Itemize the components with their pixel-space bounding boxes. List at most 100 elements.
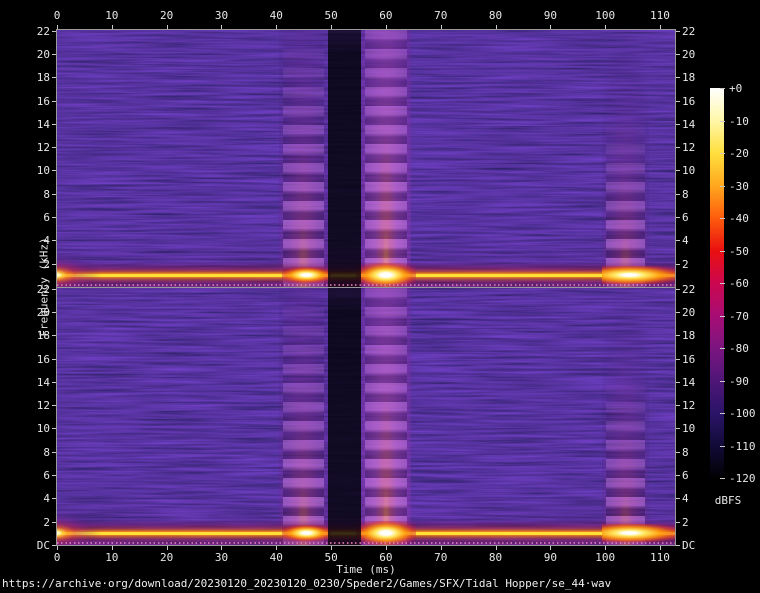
y-tick-mark-right [676, 359, 680, 360]
y-tick-label-left: 22 [20, 25, 50, 38]
y-tick-label-right: 16 [682, 95, 712, 108]
y-tick-label-left: 14 [20, 376, 50, 389]
channel-1-spectrogram [57, 30, 675, 287]
y-tick-mark-left [52, 405, 56, 406]
x-tick-mark-bottom [550, 546, 551, 550]
y-tick-label-right: 6 [682, 211, 712, 224]
x-tick-label-top: 40 [261, 9, 291, 22]
x-tick-label-bottom: 10 [97, 551, 127, 564]
y-tick-label-right: 8 [682, 446, 712, 459]
colorbar-unit-label: dBFS [708, 494, 748, 507]
y-tick-mark-right [676, 77, 680, 78]
x-tick-label-bottom: 20 [152, 551, 182, 564]
y-tick-mark-right [676, 382, 680, 383]
y-tick-label-left: 4 [20, 234, 50, 247]
colorbar-tick-label: -110 [729, 440, 760, 453]
x-tick-mark-bottom [660, 546, 661, 550]
y-tick-label-right: 20 [682, 306, 712, 319]
y-tick-mark-left [52, 31, 56, 32]
y-tick-label-left: 20 [20, 306, 50, 319]
y-tick-label-right: DC [682, 539, 712, 552]
y-tick-mark-left [52, 475, 56, 476]
x-tick-label-bottom: 30 [206, 551, 236, 564]
x-tick-mark-top [167, 25, 168, 29]
y-tick-mark-right [676, 54, 680, 55]
y-tick-label-right: 6 [682, 469, 712, 482]
x-tick-mark-top [57, 25, 58, 29]
silence-gap [328, 288, 361, 545]
y-tick-label-left: 8 [20, 188, 50, 201]
y-tick-label-left: 8 [20, 446, 50, 459]
colorbar-tick-label: -30 [729, 180, 760, 193]
colorbar-tick-label: -20 [729, 147, 760, 160]
colorbar-tick-mark [720, 348, 725, 349]
colorbar-tick-mark [720, 283, 725, 284]
y-tick-label-left: 12 [20, 141, 50, 154]
x-tick-label-top: 80 [481, 9, 511, 22]
y-tick-label-right: 18 [682, 329, 712, 342]
y-tick-label-left: 4 [20, 492, 50, 505]
y-tick-label-right: 2 [682, 258, 712, 271]
colorbar-tick-mark [720, 478, 725, 479]
x-tick-mark-top [550, 25, 551, 29]
y-tick-mark-right [676, 312, 680, 313]
x-tick-mark-bottom [496, 546, 497, 550]
x-tick-mark-top [221, 25, 222, 29]
x-tick-label-top: 10 [97, 9, 127, 22]
y-tick-label-left: 16 [20, 95, 50, 108]
dc-dots [57, 284, 675, 286]
y-tick-mark-right [676, 124, 680, 125]
harmonic-beads [365, 288, 406, 545]
y-tick-label-left: 22 [20, 283, 50, 296]
y-tick-label-left: 10 [20, 164, 50, 177]
x-tick-label-top: 100 [590, 9, 620, 22]
y-tick-mark-right [676, 335, 680, 336]
y-tick-label-right: 16 [682, 353, 712, 366]
colorbar-tick-mark [720, 153, 725, 154]
y-tick-mark-right [676, 31, 680, 32]
y-tick-mark-right [676, 405, 680, 406]
y-tick-mark-left [52, 217, 56, 218]
x-tick-label-top: 20 [152, 9, 182, 22]
x-tick-label-top: 30 [206, 9, 236, 22]
y-tick-label-left: 18 [20, 329, 50, 342]
y-tick-mark-right [676, 545, 680, 546]
y-tick-mark-left [52, 170, 56, 171]
silence-gap [328, 30, 361, 287]
y-tick-mark-left [52, 498, 56, 499]
x-tick-mark-bottom [112, 546, 113, 550]
y-tick-mark-left [52, 359, 56, 360]
y-tick-mark-left [52, 545, 56, 546]
dc-dots [57, 542, 675, 544]
tone-burst-blob-3 [602, 266, 674, 284]
y-tick-label-right: 12 [682, 141, 712, 154]
y-tick-mark-right [676, 452, 680, 453]
colorbar-tick-mark [720, 446, 725, 447]
x-tick-mark-top [386, 25, 387, 29]
y-tick-mark-left [52, 382, 56, 383]
y-tick-label-left: 18 [20, 71, 50, 84]
x-tick-label-top: 60 [371, 9, 401, 22]
colorbar-tick-mark [720, 413, 725, 414]
x-tick-mark-top [331, 25, 332, 29]
harmonic-beads [365, 30, 406, 287]
y-tick-label-left: 2 [20, 258, 50, 271]
y-tick-mark-left [52, 335, 56, 336]
y-tick-label-right: 2 [682, 516, 712, 529]
x-tick-mark-bottom [167, 546, 168, 550]
colorbar-tick-mark [720, 251, 725, 252]
x-tick-label-bottom: 90 [535, 551, 565, 564]
y-tick-mark-left [52, 194, 56, 195]
plot-area [56, 29, 676, 546]
y-tick-mark-left [52, 289, 56, 290]
y-tick-label-left: 20 [20, 48, 50, 61]
y-tick-label-right: 12 [682, 399, 712, 412]
x-tick-label-bottom: 80 [481, 551, 511, 564]
y-tick-mark-left [52, 101, 56, 102]
y-tick-label-right: 8 [682, 188, 712, 201]
harmonic-beads [606, 30, 645, 287]
burst-column-3 [602, 288, 649, 545]
colorbar-tick-mark [720, 316, 725, 317]
colorbar-tick-mark [720, 121, 725, 122]
burst-column-2 [361, 30, 410, 287]
